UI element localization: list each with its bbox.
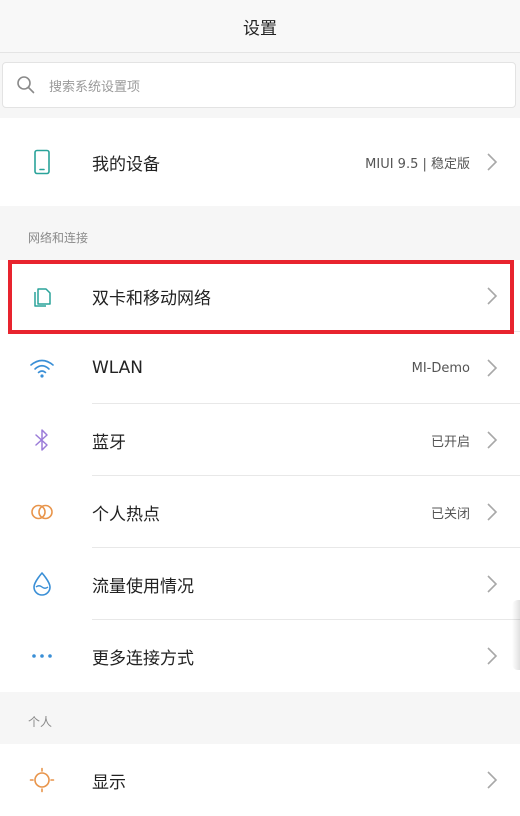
more-icon xyxy=(29,643,55,669)
bluetooth-status: 已开启 xyxy=(430,434,470,450)
chevron-right-icon xyxy=(487,287,498,305)
search-area: 搜索系统设置项 xyxy=(0,53,520,117)
list-item-hotspot[interactable]: 个人热点 已关闭 xyxy=(0,476,520,548)
wlan-network-name: MI-Demo xyxy=(411,360,470,376)
list-item-more-connections[interactable]: 更多连接方式 xyxy=(0,620,520,692)
list-item-label: 流量使用情况 xyxy=(92,576,194,597)
chevron-right-icon xyxy=(487,647,498,665)
list-item-wlan[interactable]: WLAN MI-Demo xyxy=(0,332,520,404)
personal-card: 显示 xyxy=(0,744,520,816)
chevron-right-icon xyxy=(487,153,498,171)
search-placeholder: 搜索系统设置项 xyxy=(49,79,141,95)
wifi-icon xyxy=(29,355,55,381)
section-title-network: 网络和连接 xyxy=(28,231,89,245)
section-title-personal: 个人 xyxy=(28,715,53,729)
list-item-label: 双卡和移动网络 xyxy=(92,288,211,309)
my-device-row[interactable]: 我的设备 MIUI 9.5 | 稳定版 xyxy=(0,118,520,206)
list-item-dual-sim[interactable]: 双卡和移动网络 xyxy=(0,260,520,332)
search-icon xyxy=(17,76,35,94)
my-device-version: MIUI 9.5 | 稳定版 xyxy=(365,156,470,172)
hotspot-status: 已关闭 xyxy=(430,506,470,522)
hotspot-icon xyxy=(29,499,55,525)
title-bar: 设置 xyxy=(0,0,520,53)
list-item-label: 更多连接方式 xyxy=(92,648,194,669)
chevron-right-icon xyxy=(487,359,498,377)
my-device-card: 我的设备 MIUI 9.5 | 稳定版 xyxy=(0,118,520,206)
data-usage-icon xyxy=(29,571,55,597)
list-item-label: 蓝牙 xyxy=(92,432,126,453)
bluetooth-icon xyxy=(29,427,55,453)
list-item-bluetooth[interactable]: 蓝牙 已开启 xyxy=(0,404,520,476)
list-item-label: 显示 xyxy=(92,772,126,793)
network-card: 双卡和移动网络 WLAN MI-Demo 蓝牙 已开启 个人热点 已关闭 流量使… xyxy=(0,260,520,692)
scroll-edge-indicator xyxy=(512,600,520,670)
list-item-display[interactable]: 显示 xyxy=(0,744,520,816)
search-input[interactable]: 搜索系统设置项 xyxy=(2,62,516,108)
sim-cards-icon xyxy=(29,283,55,309)
page-title: 设置 xyxy=(243,18,277,39)
display-icon xyxy=(29,767,55,793)
phone-icon xyxy=(29,149,55,175)
list-item-data-usage[interactable]: 流量使用情况 xyxy=(0,548,520,620)
list-item-label: WLAN xyxy=(92,358,144,378)
chevron-right-icon xyxy=(487,771,498,789)
my-device-label: 我的设备 xyxy=(92,154,160,175)
chevron-right-icon xyxy=(487,431,498,449)
list-item-label: 个人热点 xyxy=(92,504,160,525)
chevron-right-icon xyxy=(487,503,498,521)
chevron-right-icon xyxy=(487,575,498,593)
